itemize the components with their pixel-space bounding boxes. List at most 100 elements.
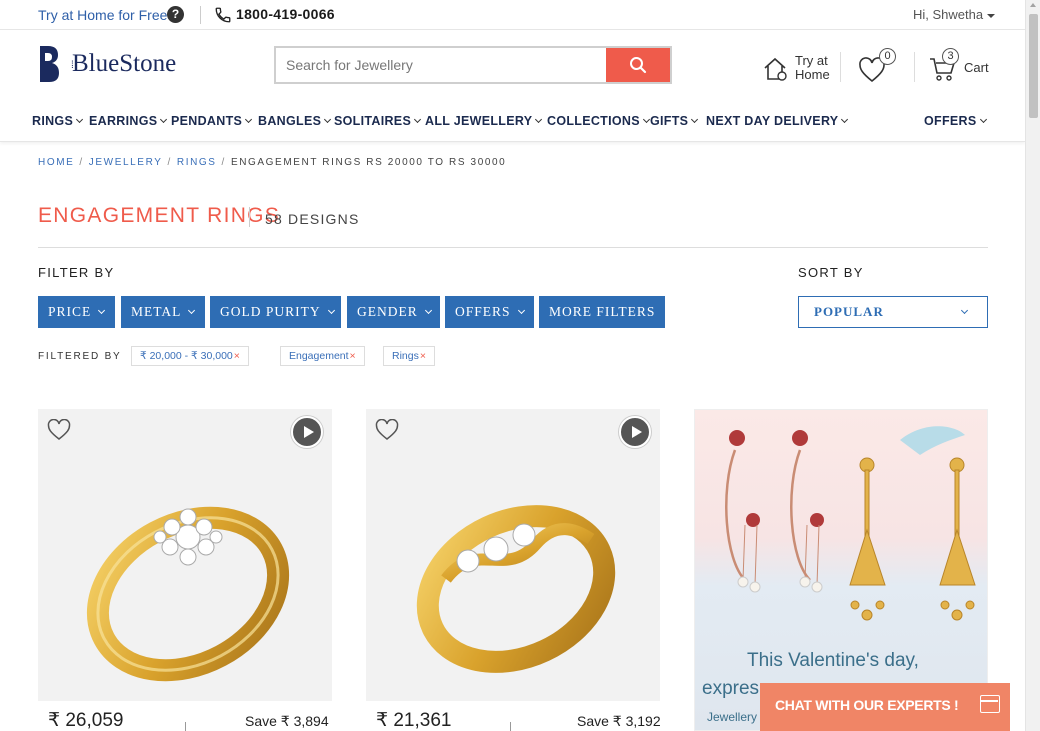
chip-label: ₹ 20,000 - ₹ 30,000 — [140, 350, 233, 362]
chevron-down-icon — [188, 306, 196, 315]
product-savings: Save ₹ 3,894 — [245, 713, 329, 729]
nav-bangles[interactable]: BANGLES — [258, 114, 332, 128]
filter-price-button[interactable]: PRICE — [38, 296, 115, 328]
cart-label: Cart — [964, 60, 989, 75]
nav-label: BANGLES — [258, 114, 322, 128]
filter-chip-rings[interactable]: Rings× — [383, 346, 435, 366]
cart-button[interactable]: 3 Cart — [928, 48, 992, 84]
filter-by-label: FILTER BY — [38, 265, 115, 280]
chevron-down-icon — [642, 115, 650, 124]
chat-with-experts-button[interactable]: CHAT WITH OUR EXPERTS ! — [760, 683, 1010, 731]
filter-chip-engagement[interactable]: Engagement× — [280, 346, 365, 366]
chat-window-icon — [980, 695, 1000, 713]
filter-chip-price[interactable]: ₹ 20,000 - ₹ 30,000× — [131, 346, 249, 366]
nav-next-day-delivery[interactable]: NEXT DAY DELIVERY — [706, 114, 849, 128]
nav-solitaires[interactable]: SOLITAIRES — [334, 114, 422, 128]
account-menu[interactable]: Hi, Shwetha — [913, 7, 996, 22]
divider — [840, 52, 841, 82]
design-count: 58 DESIGNS — [265, 211, 360, 227]
breadcrumb-home[interactable]: HOME — [38, 157, 74, 168]
nav-gifts[interactable]: GIFTS — [650, 114, 699, 128]
filter-label: METAL — [131, 304, 182, 319]
breadcrumb-jewellery[interactable]: JEWELLERY — [89, 157, 163, 168]
filter-label: PRICE — [48, 304, 92, 319]
cart-count-badge: 3 — [942, 48, 959, 65]
nav-earrings[interactable]: EARRINGS — [89, 114, 168, 128]
bluestone-logo-icon[interactable] — [38, 44, 60, 84]
nav-label: PENDANTS — [171, 114, 243, 128]
home-icon — [764, 57, 787, 81]
wishlist-heart-icon[interactable] — [47, 419, 71, 441]
breadcrumb-rings[interactable]: RINGS — [177, 157, 217, 168]
sort-select[interactable]: POPULAR — [798, 296, 988, 328]
nav-offers[interactable]: OFFERS — [924, 114, 987, 128]
nav-label: COLLECTIONS — [547, 114, 640, 128]
phone-number[interactable]: 1800-419-0066 — [236, 6, 335, 22]
close-icon[interactable]: × — [234, 350, 240, 362]
filter-gold-purity-button[interactable]: GOLD PURITY — [210, 296, 341, 328]
search-bar — [274, 46, 672, 84]
search-input[interactable] — [276, 48, 606, 82]
filter-label: OFFERS — [455, 304, 511, 319]
promo-footnote: Jewellery — [707, 710, 758, 724]
try-at-home-button[interactable]: Try at Home — [760, 52, 830, 84]
filter-metal-button[interactable]: METAL — [121, 296, 205, 328]
nav-pendants[interactable]: PENDANTS — [171, 114, 253, 128]
promo-headline: This Valentine's day, — [747, 650, 919, 671]
chevron-down-icon — [424, 306, 432, 315]
chevron-down-icon — [160, 115, 168, 124]
breadcrumb-current: ENGAGEMENT RINGS RS 20000 TO RS 30000 — [230, 157, 507, 168]
chip-label: Rings — [392, 350, 419, 362]
play-video-icon[interactable] — [291, 416, 323, 448]
divider — [249, 207, 250, 227]
ring-image[interactable] — [396, 449, 636, 689]
chip-label: Engagement — [289, 350, 349, 362]
close-icon[interactable]: × — [420, 350, 426, 362]
divider — [914, 52, 915, 82]
nav-label: EARRINGS — [89, 114, 158, 128]
product-card[interactable] — [366, 409, 660, 701]
breadcrumb-separator: / — [79, 157, 84, 168]
filter-label: GOLD PURITY — [220, 304, 321, 319]
breadcrumb-separator: / — [167, 157, 172, 168]
search-icon — [630, 57, 647, 74]
chevron-down-icon — [517, 306, 525, 315]
divider — [38, 247, 988, 248]
nav-label: ALL JEWELLERY — [425, 114, 533, 128]
product-price: ₹ 26,059 — [48, 710, 124, 731]
chevron-down-icon — [98, 306, 106, 315]
scroll-up-arrow-icon[interactable] — [1030, 3, 1036, 7]
chevron-down-icon — [324, 115, 332, 124]
scrollbar-thumb[interactable] — [1029, 14, 1038, 118]
site-header: ⁞ BlueStone Try atHome 0 3 Cart — [0, 30, 1025, 102]
try-at-label: Try at — [795, 53, 828, 68]
page-scrollbar[interactable] — [1025, 0, 1040, 731]
logo-text[interactable]: BlueStone — [72, 50, 176, 78]
nav-rings[interactable]: RINGS — [32, 114, 84, 128]
promo-subtext: expres — [702, 678, 760, 699]
phone-icon — [215, 7, 231, 23]
more-filters-button[interactable]: MORE FILTERS — [539, 296, 665, 328]
nav-label: SOLITAIRES — [334, 114, 412, 128]
earrings-image — [725, 426, 976, 621]
filter-gender-button[interactable]: GENDER — [347, 296, 440, 328]
help-icon[interactable]: ? — [167, 6, 184, 23]
search-button[interactable] — [606, 48, 670, 82]
main-nav: RINGS EARRINGS PENDANTS BANGLES SOLITAIR… — [0, 102, 1025, 142]
close-icon[interactable]: × — [350, 350, 356, 362]
nav-all-jewellery[interactable]: ALL JEWELLERY — [425, 114, 543, 128]
wishlist-button[interactable]: 0 — [858, 48, 900, 84]
divider — [200, 6, 201, 24]
product-card[interactable] — [38, 409, 332, 701]
wishlist-count-badge: 0 — [879, 48, 896, 65]
nav-collections[interactable]: COLLECTIONS — [547, 114, 650, 128]
filter-offers-button[interactable]: OFFERS — [445, 296, 534, 328]
caret-down-icon — [987, 13, 996, 18]
play-video-icon[interactable] — [619, 416, 651, 448]
nav-label: RINGS — [32, 114, 74, 128]
nav-label: NEXT DAY DELIVERY — [706, 114, 839, 128]
wishlist-heart-icon[interactable] — [375, 419, 399, 441]
try-at-home-link[interactable]: Try at Home for Free — [38, 7, 167, 23]
ring-image[interactable] — [68, 449, 308, 689]
filter-label: GENDER — [357, 304, 418, 319]
